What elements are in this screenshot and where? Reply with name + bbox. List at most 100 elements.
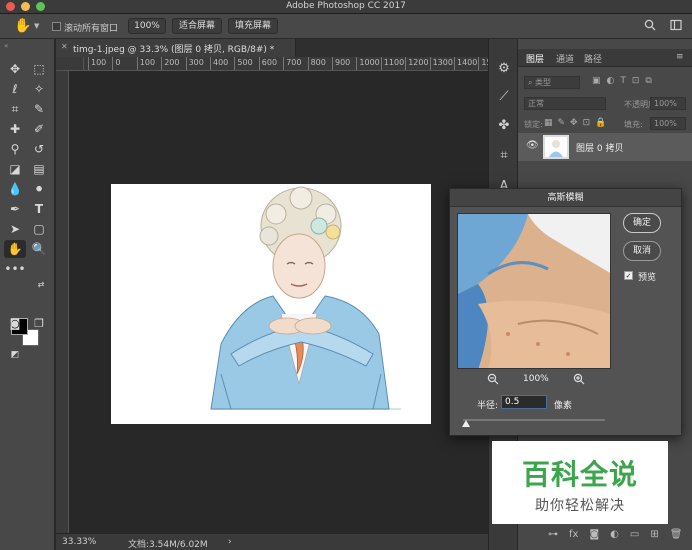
add-mask-icon[interactable]: ◙ <box>589 529 599 540</box>
crop-panel-icon[interactable]: ⌗ <box>496 148 512 164</box>
ruler-tick: 700 <box>283 57 301 70</box>
chevron-down-icon[interactable]: ▼ <box>34 22 39 30</box>
zoom-icon[interactable]: 🔍 <box>28 240 50 258</box>
ok-button[interactable]: 确定 <box>623 213 661 233</box>
ruler-tick: 800 <box>307 57 326 70</box>
blur-icon[interactable]: 💧 <box>4 180 26 198</box>
preview-label: 预览 <box>638 273 657 283</box>
fill-input[interactable]: 100% <box>650 117 686 130</box>
history-brush-icon[interactable]: ↺ <box>28 140 50 158</box>
chevron-right-icon[interactable]: › <box>228 537 232 547</box>
marquee-icon[interactable]: ⬚ <box>28 60 50 78</box>
ruler-tick: 600 <box>258 57 277 70</box>
layer-actions: ⊶ fx ◙ ◐ ▭ ⊞ 🗑 <box>548 529 682 540</box>
default-colors-icon[interactable]: ◩ <box>4 346 26 364</box>
radius-slider-thumb[interactable] <box>462 420 470 427</box>
lock-label: 锁定: <box>524 120 543 129</box>
ruler-tick: 150 <box>478 57 488 70</box>
shape-icon[interactable]: ▢ <box>28 220 50 238</box>
brush-icon[interactable]: ✐ <box>28 120 50 138</box>
dodge-icon[interactable]: ⚫ <box>28 180 50 198</box>
workspace-icon[interactable] <box>670 19 682 31</box>
ruler-tick: 100 <box>136 57 155 70</box>
fx-icon[interactable]: fx <box>569 529 578 540</box>
quick-mask-icon[interactable]: ◙ <box>4 315 26 333</box>
document-size: 文档:3.54M/6.02M <box>128 540 208 550</box>
gradient-icon[interactable]: ▤ <box>28 160 50 178</box>
lock-icons[interactable]: ▦✎✥⊡🔒 <box>544 118 611 128</box>
crop-icon[interactable]: ⌗ <box>4 100 26 118</box>
swap-colors-icon[interactable]: ⇄ <box>30 276 52 294</box>
eyedropper-icon[interactable]: ✎ <box>28 100 50 118</box>
panel-menu-icon[interactable]: ≡ <box>676 52 684 62</box>
new-group-icon[interactable]: ▭ <box>630 529 639 540</box>
ruler-tick: 1300 <box>429 57 453 70</box>
document-image[interactable] <box>111 184 431 424</box>
more-tools-icon[interactable]: ••• <box>4 260 26 278</box>
kind-filter-value: 类型 <box>535 78 552 87</box>
ruler-tick: 1400 <box>454 57 477 70</box>
ruler-tick: 400 <box>210 57 228 70</box>
ruler-tick: 900 <box>332 57 350 70</box>
healing-brush-icon[interactable]: ✚ <box>4 120 26 138</box>
ruler-tick: 1200 <box>405 57 429 70</box>
blend-mode-select[interactable]: 正常 <box>524 97 606 110</box>
ruler-tick: 1100 <box>380 57 404 70</box>
zoom-out-icon[interactable] <box>487 373 499 385</box>
type-icon[interactable]: T <box>28 200 50 218</box>
link-layers-icon[interactable]: ⊶ <box>548 529 558 540</box>
layer-kind-filter[interactable]: ⌕ 类型 <box>524 76 580 89</box>
lasso-icon[interactable]: ℓ <box>4 80 26 98</box>
radius-input[interactable]: 0.5 <box>501 395 547 409</box>
zoom-level[interactable]: 33.33% <box>62 537 96 547</box>
delete-layer-icon[interactable]: 🗑 <box>670 529 683 540</box>
scroll-all-windows-label: 滚动所有窗口 <box>64 24 119 34</box>
tab-channels[interactable]: 通道 <box>556 52 574 65</box>
document-tab[interactable]: ✕ timg-1.jpeg @ 33.3% (图层 0 拷贝, RGB/8#) … <box>56 39 296 57</box>
properties-icon[interactable]: ⚙ <box>496 61 512 77</box>
move-icon[interactable]: ✥ <box>4 60 26 78</box>
puzzle-icon[interactable]: ✤ <box>496 118 512 134</box>
layer-name: 图层 0 拷贝 <box>576 144 624 154</box>
collapse-toolbox-icon[interactable]: « <box>4 42 8 50</box>
ruler-tick: 500 <box>234 57 253 70</box>
hand-tool-icon[interactable]: ✋ <box>4 240 26 258</box>
tab-bar-empty <box>296 39 488 57</box>
pen-icon[interactable]: ✒ <box>4 200 26 218</box>
screen-mode-icon[interactable]: ❐ <box>28 315 50 333</box>
hand-icon[interactable]: ✋ <box>14 18 31 34</box>
eye-icon[interactable]: 👁 <box>526 140 539 151</box>
dialog-title: 高斯模糊 <box>450 189 681 207</box>
tab-paths[interactable]: 路径 <box>584 52 602 65</box>
ruler-tick: 200 <box>161 57 179 70</box>
ruler-tick: 1000 <box>356 57 380 70</box>
toolbox: « ✥ ⬚ ℓ ✧ ⌗ ✎ ✚ ✐ ⚲ ↺ ◪ ▤ 💧 ⚫ ✒ T ➤ ▢ ✋ … <box>0 39 55 550</box>
clone-stamp-icon[interactable]: ⚲ <box>4 140 26 158</box>
blur-preview[interactable] <box>457 213 611 369</box>
new-layer-icon[interactable]: ⊞ <box>650 529 658 540</box>
cancel-button[interactable]: 取消 <box>623 241 661 261</box>
fit-screen-button[interactable]: 适合屏幕 <box>172 18 222 34</box>
layer-row[interactable]: 👁 图层 0 拷贝 <box>518 133 692 161</box>
path-selection-icon[interactable]: ➤ <box>4 220 26 238</box>
magic-wand-icon[interactable]: ✧ <box>28 80 50 98</box>
filter-icons[interactable]: ▣◐T⊡⧉ <box>592 76 658 86</box>
tab-layers[interactable]: 图层 <box>526 52 544 65</box>
zoom-in-icon[interactable] <box>573 373 585 385</box>
radius-slider-track[interactable] <box>463 419 605 421</box>
search-icon[interactable] <box>644 19 656 31</box>
options-bar: ✋ ▼ 滚动所有窗口 100% 适合屏幕 填充屏幕 <box>0 14 692 39</box>
title-bar: Adobe Photoshop CC 2017 <box>0 0 692 14</box>
panel-tabs: 图层 通道 路径 ≡ <box>518 49 692 67</box>
fill-screen-button[interactable]: 填充屏幕 <box>228 18 278 34</box>
close-icon[interactable]: ✕ <box>61 42 68 51</box>
scroll-all-windows-checkbox[interactable] <box>52 22 61 31</box>
adjustment-layer-icon[interactable]: ◐ <box>610 529 619 540</box>
preview-checkbox[interactable]: ✓ <box>624 271 633 280</box>
status-bar: 33.33% 文档:3.54M/6.02M › <box>56 533 488 550</box>
opacity-input[interactable]: 100% <box>650 97 686 110</box>
layer-thumbnail <box>543 135 569 159</box>
eraser-icon[interactable]: ◪ <box>4 160 26 178</box>
zoom-100-button[interactable]: 100% <box>128 18 166 34</box>
brush-settings-icon[interactable]: ⟋ <box>496 89 512 105</box>
